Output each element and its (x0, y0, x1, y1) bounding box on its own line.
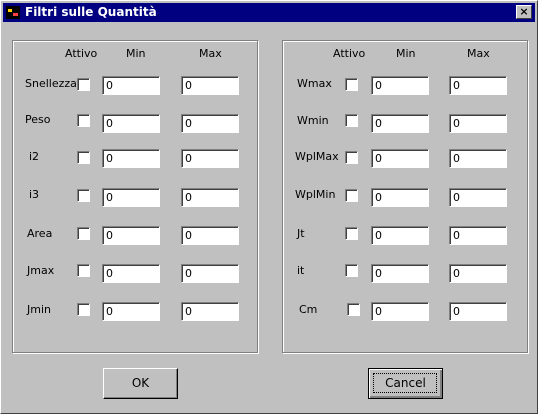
min-field-wplmin[interactable] (371, 188, 429, 207)
min-field-jmin[interactable] (102, 302, 160, 321)
row-label-jmin: Jmin (27, 303, 51, 316)
min-field-wmax[interactable] (371, 76, 429, 95)
row-label-area: Area (27, 227, 53, 240)
active-checkbox-wplmax[interactable] (345, 151, 358, 164)
max-field-peso[interactable] (181, 114, 239, 133)
max-field-it[interactable] (449, 264, 507, 283)
row-label-it: it (297, 264, 305, 277)
min-field-cm[interactable] (371, 302, 429, 321)
app-icon (6, 6, 20, 19)
active-checkbox-jmin[interactable] (77, 303, 90, 316)
left-filter-group: Attivo Min Max Snellezza Peso i2 i3 Area… (12, 40, 258, 353)
ok-button-label: OK (131, 376, 150, 390)
close-button[interactable]: × (516, 5, 532, 19)
active-checkbox-it[interactable] (345, 264, 358, 277)
row-label-jt: Jt (297, 227, 305, 240)
min-field-wmin[interactable] (371, 114, 429, 133)
active-checkbox-i2[interactable] (77, 151, 90, 164)
min-field-area[interactable] (102, 226, 160, 245)
active-checkbox-cm[interactable] (347, 303, 360, 316)
min-field-i3[interactable] (102, 188, 160, 207)
max-field-wplmin[interactable] (449, 188, 507, 207)
row-label-jmax: Jmax (27, 264, 55, 277)
right-filter-group: Attivo Min Max Wmax Wmin WplMax WplMin J… (282, 40, 528, 353)
row-label-wplmin: WplMin (295, 188, 336, 201)
max-field-jt[interactable] (449, 226, 507, 245)
title-bar[interactable]: Filtri sulle Quantità × (3, 3, 535, 22)
active-checkbox-jmax[interactable] (77, 264, 90, 277)
min-field-peso[interactable] (102, 114, 160, 133)
active-checkbox-area[interactable] (77, 227, 90, 240)
max-field-area[interactable] (181, 226, 239, 245)
dialog-window: Filtri sulle Quantità × Attivo Min Max S… (0, 0, 538, 414)
max-field-wplmax[interactable] (449, 149, 507, 168)
max-field-jmax[interactable] (181, 264, 239, 283)
max-field-wmin[interactable] (449, 114, 507, 133)
max-field-i2[interactable] (181, 149, 239, 168)
row-label-i3: i3 (29, 188, 40, 201)
active-checkbox-peso[interactable] (77, 114, 90, 127)
row-label-peso: Peso (25, 113, 51, 126)
max-field-wmax[interactable] (449, 76, 507, 95)
min-field-wplmax[interactable] (371, 149, 429, 168)
column-header-active: Attivo (65, 47, 98, 60)
row-label-wmin: Wmin (297, 114, 329, 127)
active-checkbox-i3[interactable] (77, 189, 90, 202)
cancel-button[interactable]: Cancel (368, 368, 443, 399)
row-label-i2: i2 (29, 150, 40, 163)
column-header-min: Min (126, 47, 146, 60)
min-field-snellezza[interactable] (102, 76, 160, 95)
row-label-wmax: Wmax (297, 77, 332, 90)
min-field-jmax[interactable] (102, 264, 160, 283)
min-field-jt[interactable] (371, 226, 429, 245)
row-label-cm: Cm (299, 303, 318, 316)
focus-rectangle (373, 373, 437, 393)
row-label-snellezza: Snellezza (25, 77, 77, 90)
min-field-i2[interactable] (102, 149, 160, 168)
window-title: Filtri sulle Quantità (25, 5, 157, 19)
max-field-i3[interactable] (181, 188, 239, 207)
active-checkbox-wmax[interactable] (345, 78, 358, 91)
ok-button[interactable]: OK (103, 368, 178, 399)
column-header-max: Max (199, 47, 222, 60)
active-checkbox-jt[interactable] (345, 227, 358, 240)
max-field-jmin[interactable] (181, 302, 239, 321)
active-checkbox-wmin[interactable] (345, 114, 358, 127)
column-header-active: Attivo (333, 47, 366, 60)
min-field-it[interactable] (371, 264, 429, 283)
max-field-snellezza[interactable] (181, 76, 239, 95)
column-header-min: Min (396, 47, 416, 60)
row-label-wplmax: WplMax (295, 150, 339, 163)
active-checkbox-snellezza[interactable] (77, 78, 90, 91)
active-checkbox-wplmin[interactable] (345, 189, 358, 202)
column-header-max: Max (467, 47, 490, 60)
max-field-cm[interactable] (449, 302, 507, 321)
